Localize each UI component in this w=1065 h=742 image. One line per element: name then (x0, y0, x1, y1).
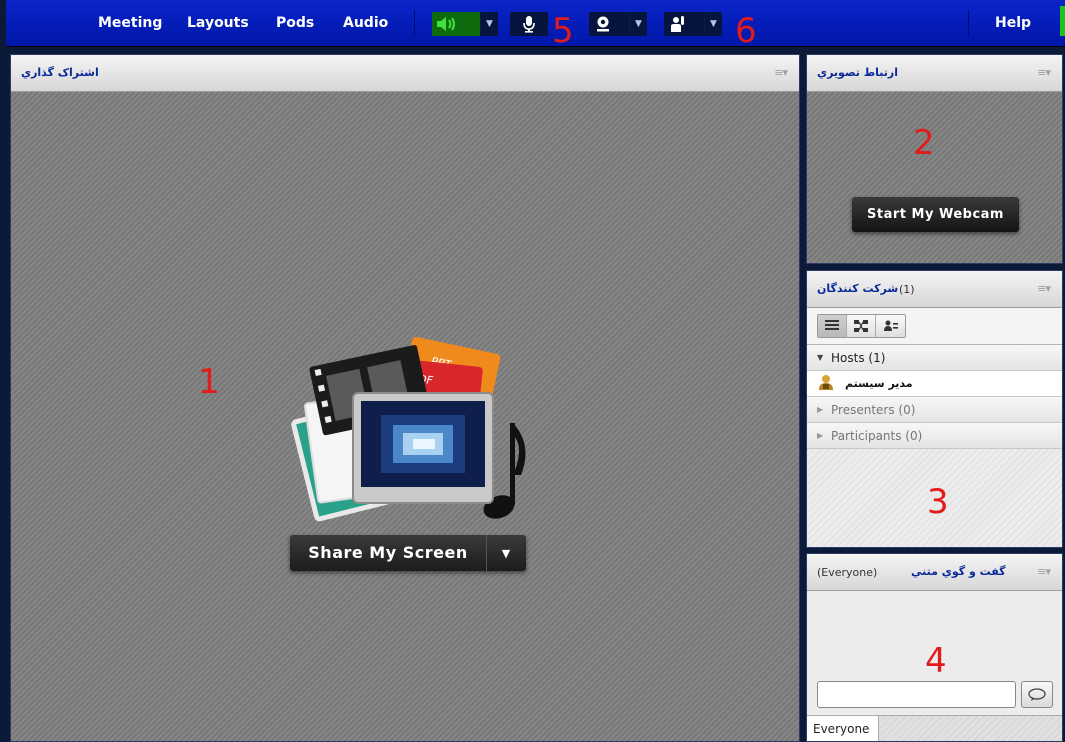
pod-options-menu-icon[interactable]: ≡▾ (1037, 66, 1051, 79)
speaker-dropdown-arrow[interactable]: ▼ (480, 12, 498, 36)
status-dropdown-arrow[interactable]: ▼ (704, 12, 722, 36)
attendee-view-toolbar (807, 308, 1062, 345)
start-my-webcam-button[interactable]: Start My Webcam (852, 197, 1019, 232)
annotation-6: 6 (735, 11, 757, 51)
speaker-button[interactable]: ▼ (432, 12, 498, 36)
speaker-icon (432, 12, 460, 36)
webcam-pod-header: ارتباط تصويري ≡▾ (807, 55, 1062, 92)
connection-status-indicator (1060, 6, 1065, 36)
chat-pod-title: گفت و گوي متني (911, 565, 1006, 578)
webcam-dropdown-arrow[interactable]: ▼ (629, 12, 647, 36)
attendee-status-view-icon[interactable] (876, 315, 905, 337)
attendee-view-switcher (817, 314, 906, 338)
share-options-dropdown-icon[interactable]: ▼ (487, 535, 525, 571)
presenters-group-label: Presenters (0) (831, 402, 916, 417)
menu-meeting[interactable]: Meeting (98, 15, 162, 31)
webcam-pod-body: Start My Webcam (807, 92, 1062, 263)
annotation-2: 2 (913, 123, 935, 163)
share-pod-header: اشتراک گذاري ≡▾ (11, 55, 799, 92)
menu-help[interactable]: Help (995, 15, 1031, 31)
presenters-group-row[interactable]: ▶ Presenters (0) (807, 397, 1062, 423)
chat-audience: (Everyone) (817, 566, 878, 579)
chat-tab-everyone[interactable]: Everyone (807, 716, 879, 741)
hosts-group-label: Hosts (1) (831, 350, 886, 365)
menu-layouts[interactable]: Layouts (187, 15, 249, 31)
send-message-button[interactable] (1021, 681, 1053, 708)
annotation-3: 3 (927, 482, 949, 522)
menu-pods[interactable]: Pods (276, 15, 314, 31)
collapse-arrow-icon: ▶ (817, 431, 824, 440)
annotation-1: 1 (198, 362, 220, 402)
share-media-icon: PPT PDF (281, 335, 531, 525)
webcam-pod-title: ارتباط تصويري (817, 66, 899, 79)
status-button[interactable]: ▼ (664, 12, 722, 36)
collapse-arrow-icon: ▶ (817, 405, 824, 414)
menubar-divider (968, 10, 969, 36)
microphone-button[interactable] (510, 12, 548, 36)
attendees-pod-title: شرکت کنندگان (817, 282, 899, 295)
pod-options-menu-icon[interactable]: ≡▾ (1037, 282, 1051, 295)
list-view-icon[interactable] (818, 315, 847, 337)
share-pod: اشتراک گذاري ≡▾ PPT PDF (10, 54, 800, 742)
raise-hand-icon (664, 12, 692, 36)
host-user-row[interactable]: مدير سيستم (807, 371, 1062, 397)
participants-group-row[interactable]: ▶ Participants (0) (807, 423, 1062, 449)
participants-group-label: Participants (0) (831, 428, 923, 443)
webcam-icon (589, 12, 617, 36)
pod-options-menu-icon[interactable]: ≡▾ (774, 66, 788, 79)
adobe-connect-meeting-room: Meeting Layouts Pods Audio ▼ ▼ ▼ Help اش… (0, 0, 1065, 742)
share-my-screen-label: Share My Screen (290, 535, 487, 571)
speech-bubble-icon (1028, 687, 1046, 701)
breakout-view-icon[interactable] (847, 315, 876, 337)
menubar-divider (414, 10, 415, 36)
chat-pod-header: (Everyone) گفت و گوي متني ≡▾ (807, 554, 1062, 591)
attendees-pod-header: شرکت کنندگان (1) ≡▾ (807, 271, 1062, 308)
share-my-screen-button[interactable]: Share My Screen ▼ (290, 535, 526, 571)
annotation-4: 4 (925, 641, 947, 681)
hosts-group-row[interactable]: ▼ Hosts (1) (807, 345, 1062, 371)
share-pod-body: PPT PDF (11, 92, 799, 741)
menubar-left-edge (0, 0, 6, 47)
top-menubar: Meeting Layouts Pods Audio ▼ ▼ ▼ Help (0, 0, 1065, 47)
pod-options-menu-icon[interactable]: ≡▾ (1037, 565, 1051, 578)
host-user-icon (817, 373, 835, 394)
annotation-5: 5 (552, 11, 574, 51)
expand-arrow-icon: ▼ (817, 353, 824, 362)
webcam-button[interactable]: ▼ (589, 12, 647, 36)
share-pod-title: اشتراک گذاري (21, 66, 99, 79)
menu-audio[interactable]: Audio (343, 15, 388, 31)
microphone-icon (510, 12, 548, 36)
chat-tab-bar: Everyone (807, 715, 1062, 741)
chat-message-input[interactable] (817, 681, 1016, 708)
host-user-name: مدير سيستم (845, 377, 913, 390)
attendee-count: (1) (899, 283, 915, 296)
